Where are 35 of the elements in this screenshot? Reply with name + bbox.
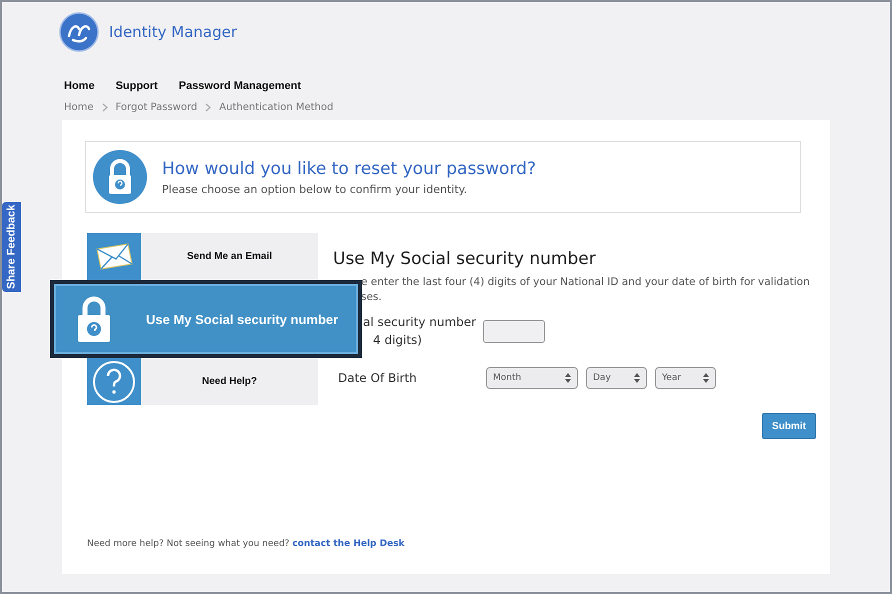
form-title: Use My Social security number xyxy=(333,249,597,269)
nav-link[interactable]: Password Management xyxy=(178,80,301,92)
highlighted-option[interactable]: Use My Social security number xyxy=(50,280,362,358)
envelope-icon xyxy=(95,242,133,270)
app-title: Identity Manager xyxy=(109,23,238,41)
intro-subtitle: Please choose an option below to confirm your identity. xyxy=(162,182,468,196)
instructions-text: ses. xyxy=(361,290,383,305)
ssn-input-field[interactable] xyxy=(483,320,545,342)
field-label: Date Of Birth xyxy=(337,371,418,385)
date-select[interactable]: Year xyxy=(655,367,716,389)
chevron-icon xyxy=(205,103,212,112)
chevron-icon xyxy=(102,103,108,112)
breadcrumb-link[interactable]: Forgot Password xyxy=(116,102,198,113)
submit-button[interactable]: Submit xyxy=(762,413,816,439)
stepper-icon xyxy=(703,373,709,383)
share-feedback-tab[interactable]: Share Feedback xyxy=(2,202,21,292)
lock-icon xyxy=(93,150,147,204)
help-desk-link[interactable]: contact the Help Desk xyxy=(292,539,405,549)
lock-icon xyxy=(77,295,111,343)
nav-link[interactable]: Home xyxy=(64,80,95,92)
option-tile[interactable]: Send Me an Email xyxy=(87,233,318,280)
option-tile[interactable]: Need Help? xyxy=(87,358,318,405)
date-select[interactable]: Month xyxy=(486,367,578,389)
breadcrumb-link[interactable]: Authentication Method xyxy=(219,102,334,113)
field-label: 4 digits) xyxy=(372,332,423,349)
help-icon xyxy=(92,360,136,404)
stepper-icon xyxy=(565,373,571,383)
intro-title: How would you like to reset your password? xyxy=(162,158,536,178)
stepper-icon xyxy=(634,373,640,383)
breadcrumb-link[interactable]: Home xyxy=(64,102,94,113)
field-label: al security number xyxy=(363,314,478,331)
nav-link[interactable]: Support xyxy=(116,80,158,92)
date-select[interactable]: Day xyxy=(586,367,647,389)
logo-icon xyxy=(59,12,99,52)
help-text: Need more help? Not seeing what you need? contact the Help Desk xyxy=(87,539,405,549)
